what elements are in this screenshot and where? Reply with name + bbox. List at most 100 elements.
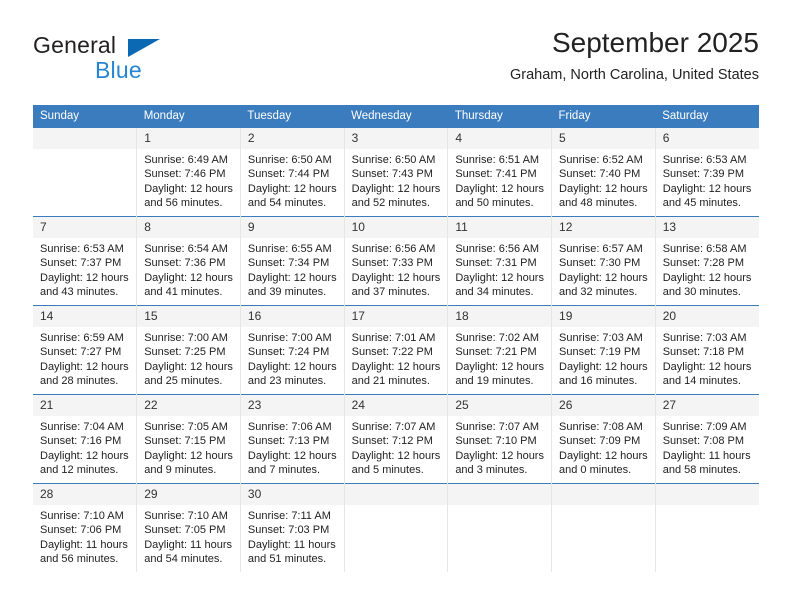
day-daylight2-text: and 23 minutes. [247, 375, 327, 388]
day-details: Sunrise: 7:07 AM Sunset: 7:12 PM Daylight:… [345, 416, 448, 478]
day-sunset-text: Sunset: 7:03 PM [247, 524, 330, 537]
day-details: Sunrise: 7:01 AM Sunset: 7:22 PM Daylight:… [345, 327, 448, 389]
day-daylight2-text: and 14 minutes. [662, 375, 741, 388]
day-daylight2-text: and 56 minutes. [144, 197, 223, 210]
day-sunrise-text: Sunrise: 6:56 AM [351, 243, 436, 255]
generalblue-logo[interactable]: General Blue [33, 32, 253, 88]
day-details: Sunrise: 6:52 AM Sunset: 7:40 PM Daylight:… [552, 149, 655, 211]
calendar-day-cell[interactable]: 2 Sunrise: 6:50 AM Sunset: 7:44 PM Daylight… [239, 127, 345, 217]
calendar-week-row: 1 Sunrise: 6:49 AM Sunset: 7:46 PM Daylight… [33, 127, 759, 217]
day-sunset-text: Sunset: 7:05 PM [144, 524, 226, 537]
day-number [552, 484, 655, 505]
calendar-day-cell[interactable]: 12 Sunrise: 6:57 AM Sunset: 7:30 PM Dayligh… [551, 216, 656, 306]
day-details: Sunrise: 7:00 AM Sunset: 7:25 PM Daylight:… [137, 327, 240, 389]
calendar-day-cell[interactable]: 18 Sunrise: 7:02 AM Sunset: 7:21 PM Dayligh… [447, 305, 552, 395]
day-sunset-text: Sunset: 7:12 PM [351, 435, 433, 448]
weekday-header-wednesday: Wednesday [344, 105, 448, 128]
day-daylight2-text: and 32 minutes. [559, 286, 638, 299]
day-number: 18 [448, 306, 552, 327]
day-sunrise-text: Sunrise: 7:00 AM [144, 332, 228, 344]
calendar-day-cell[interactable]: 27 Sunrise: 7:09 AM Sunset: 7:08 PM Dayligh… [654, 394, 759, 484]
day-sunrise-text: Sunrise: 6:52 AM [559, 154, 643, 166]
calendar-day-cell[interactable]: 23 Sunrise: 7:06 AM Sunset: 7:13 PM Dayligh… [239, 394, 345, 484]
calendar-day-cell[interactable]: 16 Sunrise: 7:00 AM Sunset: 7:24 PM Dayligh… [239, 305, 345, 395]
day-number: 8 [137, 217, 240, 238]
day-daylight2-text: and 16 minutes. [559, 375, 638, 388]
day-daylight2-text: and 3 minutes. [455, 464, 528, 477]
day-daylight1-text: Daylight: 12 hours [351, 182, 441, 195]
calendar-day-cell[interactable]: 5 Sunrise: 6:52 AM Sunset: 7:40 PM Daylight… [551, 127, 656, 217]
day-sunset-text: Sunset: 7:19 PM [559, 346, 641, 359]
day-details: Sunrise: 6:56 AM Sunset: 7:31 PM Daylight:… [448, 238, 551, 300]
day-number: 24 [344, 395, 448, 416]
day-sunrise-text: Sunrise: 6:55 AM [247, 243, 332, 255]
day-daylight1-text: Daylight: 12 hours [144, 182, 233, 195]
calendar-day-cell[interactable]: 4 Sunrise: 6:51 AM Sunset: 7:41 PM Daylight… [447, 127, 552, 217]
weekday-header-saturday: Saturday [655, 105, 759, 128]
calendar-day-cell[interactable]: 10 Sunrise: 6:56 AM Sunset: 7:33 PM Dayligh… [343, 216, 448, 306]
calendar-day-cell[interactable]: 25 Sunrise: 7:07 AM Sunset: 7:10 PM Dayligh… [447, 394, 552, 484]
calendar-day-cell[interactable]: 26 Sunrise: 7:08 AM Sunset: 7:09 PM Dayligh… [551, 394, 656, 484]
day-sunrise-text: Sunrise: 7:07 AM [455, 421, 540, 433]
day-number: 30 [240, 484, 344, 505]
day-number [448, 484, 552, 505]
calendar-day-cell[interactable]: 20 Sunrise: 7:03 AM Sunset: 7:18 PM Dayligh… [654, 305, 759, 395]
day-sunrise-text: Sunrise: 6:50 AM [351, 154, 436, 166]
day-daylight1-text: Daylight: 12 hours [40, 449, 129, 462]
calendar-day-cell[interactable]: 28 Sunrise: 7:10 AM Sunset: 7:06 PM Dayligh… [33, 483, 137, 572]
day-sunrise-text: Sunrise: 7:10 AM [40, 510, 124, 522]
calendar-day-cell[interactable]: 24 Sunrise: 7:07 AM Sunset: 7:12 PM Dayligh… [343, 394, 448, 484]
calendar-day-cell[interactable]: 14 Sunrise: 6:59 AM Sunset: 7:27 PM Dayligh… [33, 305, 137, 395]
day-number [33, 128, 137, 149]
calendar-day-cell[interactable]: 9 Sunrise: 6:55 AM Sunset: 7:34 PM Daylight… [239, 216, 345, 306]
day-daylight1-text: Daylight: 12 hours [559, 449, 648, 462]
calendar-day-cell[interactable]: 19 Sunrise: 7:03 AM Sunset: 7:19 PM Dayligh… [551, 305, 656, 395]
day-number: 29 [137, 484, 240, 505]
calendar-day-cell[interactable]: 29 Sunrise: 7:10 AM Sunset: 7:05 PM Dayligh… [136, 483, 241, 572]
day-number: 7 [33, 217, 137, 238]
day-daylight1-text: Daylight: 11 hours [144, 538, 233, 551]
day-sunrise-text: Sunrise: 6:58 AM [662, 243, 747, 255]
day-sunset-text: Sunset: 7:22 PM [351, 346, 433, 359]
day-details: Sunrise: 7:03 AM Sunset: 7:18 PM Daylight:… [656, 327, 759, 389]
day-number: 4 [448, 128, 552, 149]
calendar-day-cell[interactable]: 7 Sunrise: 6:53 AM Sunset: 7:37 PM Daylight… [33, 216, 137, 306]
day-number: 12 [552, 217, 655, 238]
day-sunset-text: Sunset: 7:41 PM [455, 168, 537, 181]
day-details: Sunrise: 6:50 AM Sunset: 7:44 PM Daylight:… [241, 149, 344, 211]
day-sunset-text: Sunset: 7:27 PM [40, 346, 122, 359]
calendar-day-cell[interactable]: 11 Sunrise: 6:56 AM Sunset: 7:31 PM Dayligh… [447, 216, 552, 306]
calendar-day-cell[interactable]: 15 Sunrise: 7:00 AM Sunset: 7:25 PM Dayligh… [136, 305, 241, 395]
calendar-day-cell[interactable]: 17 Sunrise: 7:01 AM Sunset: 7:22 PM Dayligh… [343, 305, 448, 395]
day-number: 10 [344, 217, 448, 238]
calendar-day-cell[interactable]: 22 Sunrise: 7:05 AM Sunset: 7:15 PM Dayligh… [136, 394, 241, 484]
day-daylight1-text: Daylight: 12 hours [455, 360, 544, 373]
calendar-day-cell[interactable]: 1 Sunrise: 6:49 AM Sunset: 7:46 PM Daylight… [136, 127, 241, 217]
day-number: 28 [33, 484, 137, 505]
weekday-header-sunday: Sunday [33, 105, 137, 128]
calendar-day-cell[interactable]: 3 Sunrise: 6:50 AM Sunset: 7:43 PM Daylight… [343, 127, 448, 217]
day-details: Sunrise: 6:49 AM Sunset: 7:46 PM Daylight:… [137, 149, 240, 211]
calendar-table: Sunday Monday Tuesday Wednesday Thursday… [33, 105, 759, 572]
calendar-day-cell[interactable]: 13 Sunrise: 6:58 AM Sunset: 7:28 PM Dayligh… [654, 216, 759, 306]
day-details: Sunrise: 6:50 AM Sunset: 7:43 PM Daylight:… [345, 149, 448, 211]
day-number: 3 [344, 128, 448, 149]
calendar-day-cell[interactable]: 21 Sunrise: 7:04 AM Sunset: 7:16 PM Dayligh… [33, 394, 137, 484]
day-sunset-text: Sunset: 7:25 PM [144, 346, 226, 359]
calendar-week-row: 14 Sunrise: 6:59 AM Sunset: 7:27 PM Dayligh… [33, 305, 759, 395]
calendar-day-cell-empty [33, 127, 137, 217]
day-daylight1-text: Daylight: 12 hours [455, 271, 544, 284]
day-daylight1-text: Daylight: 12 hours [662, 182, 752, 195]
day-sunset-text: Sunset: 7:24 PM [247, 346, 330, 359]
day-sunrise-text: Sunrise: 7:03 AM [662, 332, 747, 344]
calendar-day-cell[interactable]: 8 Sunrise: 6:54 AM Sunset: 7:36 PM Daylight… [136, 216, 241, 306]
calendar-day-cell[interactable]: 6 Sunrise: 6:53 AM Sunset: 7:39 PM Daylight… [654, 127, 759, 217]
day-number: 20 [655, 306, 759, 327]
day-details: Sunrise: 7:00 AM Sunset: 7:24 PM Daylight:… [241, 327, 344, 389]
day-sunrise-text: Sunrise: 7:02 AM [455, 332, 540, 344]
weekday-header-friday: Friday [551, 105, 656, 128]
calendar-day-cell[interactable]: 30 Sunrise: 7:11 AM Sunset: 7:03 PM Dayligh… [239, 483, 345, 572]
day-sunset-text: Sunset: 7:06 PM [40, 524, 122, 537]
day-number: 27 [655, 395, 759, 416]
page-header: General Blue September 2025 Graham, Nort… [33, 26, 759, 98]
